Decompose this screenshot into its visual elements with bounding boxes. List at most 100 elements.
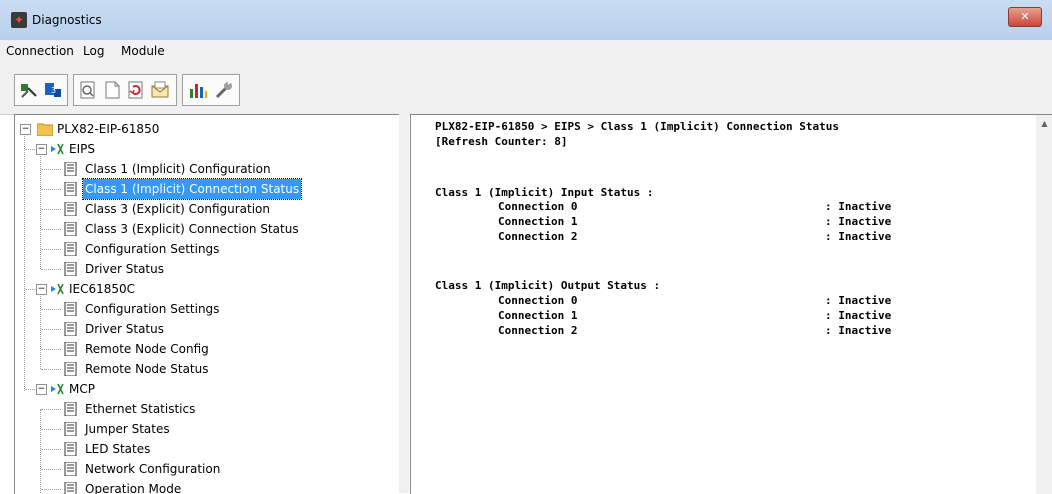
document-icon — [64, 302, 77, 316]
tree-item-eips-5[interactable]: Driver Status — [15, 259, 395, 279]
menu-bar: Connection Log Module — [0, 40, 1052, 65]
toolbar: 3 — [0, 64, 1052, 115]
output-row-value: : Inactive — [825, 294, 892, 307]
tree-item-eips-0[interactable]: Class 1 (Implicit) Configuration — [15, 159, 395, 179]
tree-label-mcp: MCP — [69, 382, 95, 396]
document-icon — [64, 222, 77, 236]
close-button[interactable]: ✕ — [1008, 7, 1042, 27]
vertical-scrollbar[interactable]: ▲ — [1036, 115, 1052, 494]
input-row-name: Connection 1 — [498, 215, 578, 228]
output-row-value: : Inactive — [825, 324, 892, 337]
tree-label-item: Configuration Settings — [85, 302, 220, 316]
document-icon — [64, 262, 77, 276]
collapse-icon[interactable]: − — [36, 284, 47, 295]
disconnect-icon[interactable]: 3 — [42, 79, 64, 101]
collapse-icon[interactable]: − — [20, 124, 31, 135]
network-node-icon — [51, 143, 64, 155]
collapse-icon[interactable]: − — [36, 144, 47, 155]
tree-item-iec-0[interactable]: Configuration Settings — [15, 299, 395, 319]
input-status-header: Class 1 (Implicit) Input Status : — [435, 186, 654, 199]
document-icon — [64, 242, 77, 256]
tree-node-iec61850c[interactable]: − IEC61850C — [15, 279, 395, 299]
output-row-name: Connection 0 — [498, 294, 578, 307]
tree-item-eips-4[interactable]: Configuration Settings — [15, 239, 395, 259]
toolbar-group-tools — [73, 74, 177, 106]
output-row-name: Connection 2 — [498, 324, 578, 337]
app-icon: ✦ — [11, 12, 27, 28]
document-icon — [64, 402, 77, 416]
document-icon — [64, 422, 77, 436]
tree-item-iec-3[interactable]: Remote Node Status — [15, 359, 395, 379]
document-icon — [64, 442, 77, 456]
window-title: Diagnostics — [32, 13, 102, 27]
output-status-header: Class 1 (Implicit) Output Status : — [435, 279, 661, 292]
tree-label-iec: IEC61850C — [69, 282, 136, 296]
pane-splitter[interactable] — [399, 114, 409, 493]
wrench-icon[interactable] — [213, 79, 235, 101]
tree-item-mcp-4[interactable]: Operation Mode — [15, 479, 395, 494]
input-row-value: : Inactive — [825, 215, 892, 228]
tree-node-mcp[interactable]: − MCP — [15, 379, 395, 399]
input-row-value: : Inactive — [825, 200, 892, 213]
tree-item-mcp-3[interactable]: Network Configuration — [15, 459, 395, 479]
input-row-name: Connection 2 — [498, 230, 578, 243]
tree-label-item: Network Configuration — [85, 462, 221, 476]
refresh-counter: [Refresh Counter: 8] — [435, 135, 568, 148]
document-icon — [64, 162, 77, 176]
tree-item-mcp-2[interactable]: LED States — [15, 439, 395, 459]
connect-icon[interactable] — [18, 79, 40, 101]
tree-label-item: Jumper States — [85, 422, 170, 436]
document-icon — [64, 482, 77, 494]
input-row-value: : Inactive — [825, 230, 892, 243]
tree-item-eips-2[interactable]: Class 3 (Explicit) Configuration — [15, 199, 395, 219]
tree-label-item: LED States — [85, 442, 151, 456]
tree-label-item: Driver Status — [85, 322, 164, 336]
tree-label-item: Driver Status — [85, 262, 164, 276]
svg-text:3: 3 — [51, 86, 56, 95]
tree-label-root: PLX82-EIP-61850 — [57, 122, 160, 136]
document-icon — [64, 322, 77, 336]
tree-label-item: Operation Mode — [85, 482, 182, 494]
tree-node-eips[interactable]: − EIPS — [15, 139, 395, 159]
tree-item-iec-2[interactable]: Remote Node Config — [15, 339, 395, 359]
tree-label-item: Remote Node Status — [85, 362, 209, 376]
tree-label-eips: EIPS — [69, 142, 95, 156]
tree-label-item: Class 3 (Explicit) Connection Status — [85, 222, 299, 236]
title-bar: ✦ Diagnostics ✕ — [0, 0, 1052, 41]
tree-label-item: Remote Node Config — [85, 342, 209, 356]
scroll-up-icon[interactable]: ▲ — [1037, 115, 1052, 132]
document-icon — [64, 182, 77, 196]
tree-item-eips-3[interactable]: Class 3 (Explicit) Connection Status — [15, 219, 395, 239]
network-node-icon — [51, 283, 64, 295]
tree-pane[interactable]: − PLX82-EIP-61850 − EIPS Class 1 (Implic… — [14, 114, 399, 494]
menu-connection[interactable]: Connection — [6, 44, 74, 58]
find-icon[interactable] — [77, 79, 99, 101]
tree-label-item-selected: Class 1 (Implicit) Connection Status — [81, 178, 303, 200]
output-path: PLX82-EIP-61850 > EIPS > Class 1 (Implic… — [435, 120, 839, 133]
tree-node-root[interactable]: − PLX82-EIP-61850 — [15, 119, 395, 139]
chart-icon[interactable] — [187, 79, 209, 101]
collapse-icon[interactable]: − — [36, 384, 47, 395]
output-row-name: Connection 1 — [498, 309, 578, 322]
tree-item-eips-1[interactable]: Class 1 (Implicit) Connection Status — [15, 178, 395, 200]
document-icon — [64, 362, 77, 376]
folder-icon — [37, 123, 53, 136]
document-icon — [64, 202, 77, 216]
output-row-value: : Inactive — [825, 309, 892, 322]
document-icon — [64, 342, 77, 356]
tree-label-item: Class 1 (Implicit) Configuration — [85, 162, 271, 176]
menu-log[interactable]: Log — [83, 44, 104, 58]
menu-module[interactable]: Module — [121, 44, 165, 58]
tree-item-mcp-1[interactable]: Jumper States — [15, 419, 395, 439]
toolbar-group-connection: 3 — [14, 74, 68, 106]
tree-label-item: Ethernet Statistics — [85, 402, 196, 416]
page-icon[interactable] — [101, 79, 123, 101]
refresh-icon[interactable] — [125, 79, 147, 101]
toolbar-group-analysis — [182, 74, 240, 106]
tree-label-item: Configuration Settings — [85, 242, 220, 256]
mail-icon[interactable] — [149, 79, 171, 101]
network-node-icon — [51, 383, 64, 395]
tree-item-mcp-0[interactable]: Ethernet Statistics — [15, 399, 395, 419]
output-pane[interactable]: PLX82-EIP-61850 > EIPS > Class 1 (Implic… — [410, 114, 1052, 494]
tree-item-iec-1[interactable]: Driver Status — [15, 319, 395, 339]
